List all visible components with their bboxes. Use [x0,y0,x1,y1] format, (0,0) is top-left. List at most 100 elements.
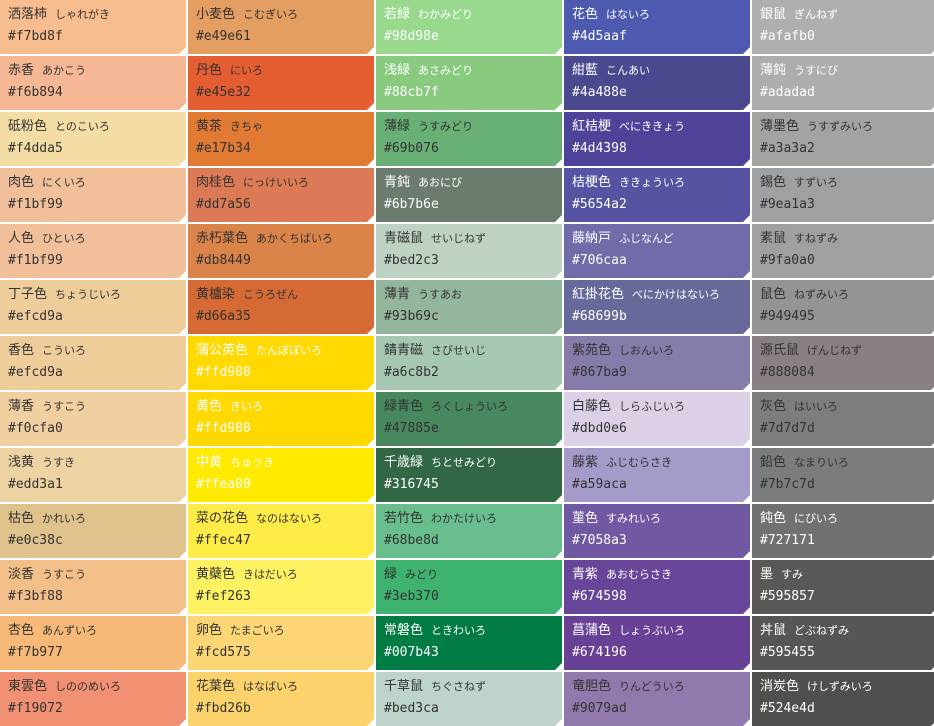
color-reading: ときわいろ [431,624,487,637]
color-swatch[interactable]: 緑みどり #3eb370 [376,560,562,614]
color-swatch[interactable]: 人色 ひといろ #f1bf99 [0,224,186,278]
color-swatch[interactable]: 緑青色 ろくしょういろ #47885e [376,392,562,446]
color-swatch[interactable]: 卵色 たまごいろ #fcd575 [188,616,374,670]
color-name: 薄鈍 [760,63,787,78]
color-swatch[interactable]: 紫苑色 しおんいろ #867ba9 [564,336,750,390]
color-hex-code: #f19072 [8,701,63,716]
swatch-name-line: 紅桔梗 べにききょう [572,116,750,136]
color-swatch[interactable]: 鉛色 なまりいろ #7b7c7d [752,448,934,502]
color-swatch[interactable]: 洒落柿 しゃれがき #f7bd8f [0,0,186,54]
color-swatch[interactable]: 青磁鼠 せいじねず #bed2c3 [376,224,562,278]
color-swatch[interactable]: 砥粉色 とのこいろ #f4dda5 [0,112,186,166]
color-swatch[interactable]: 桔梗色 ききょういろ #5654a2 [564,168,750,222]
color-swatch[interactable]: 薄墨色 うすずみいろ #a3a3a2 [752,112,934,166]
color-swatch[interactable]: 若緑 わかみどり #98d98e [376,0,562,54]
color-swatch[interactable]: 黄色 きいろ #ffd900 [188,392,374,446]
color-hex-code: #f3bf88 [8,589,63,604]
color-hex-code: #e17b34 [196,141,251,156]
color-swatch[interactable]: 丹色 にいろ #e45e32 [188,56,374,110]
color-swatch[interactable]: 花色 はないろ #4d5aaf [564,0,750,54]
color-reading: ねずみいろ [794,288,850,301]
color-swatch[interactable]: 中黄 ちゅうき #ffea00 [188,448,374,502]
color-swatch[interactable]: 紅掛花色 べにかけはないろ #68699b [564,280,750,334]
color-swatch[interactable]: 藤紫 ふじむらさき #a59aca [564,448,750,502]
color-swatch[interactable]: 黄茶 きちゃ #e17b34 [188,112,374,166]
color-swatch[interactable]: 千歳緑 ちとせみどり #316745 [376,448,562,502]
color-hex-code: #e45e32 [196,85,251,100]
color-hex-code: #fef263 [196,589,251,604]
color-name: 洒落柿 [8,7,48,22]
color-swatch[interactable]: 青鈍 あおにび #6b7b6e [376,168,562,222]
color-swatch[interactable]: 菖蒲色 しょうぶいろ #674196 [564,616,750,670]
color-swatch[interactable]: 丁子色 ちょうじいろ #efcd9a [0,280,186,334]
color-reading: げんじねず [807,344,863,357]
color-swatch[interactable]: 小麦色 こむぎいろ #e49e61 [188,0,374,54]
color-name: 青紫 [572,567,599,582]
color-swatch[interactable]: 墨すみ #595857 [752,560,934,614]
color-swatch[interactable]: 薄緑 うすみどり #69b076 [376,112,562,166]
color-swatch[interactable]: 源氏鼠 げんじねず #888084 [752,336,934,390]
color-swatch[interactable]: 花葉色 はなばいろ #fbd26b [188,672,374,726]
color-swatch[interactable]: 香色 こういろ #efcd9a [0,336,186,390]
color-swatch[interactable]: 蒲公英色 たんぽぽいろ #ffd900 [188,336,374,390]
color-swatch[interactable]: 錫色 すずいろ #9ea1a3 [752,168,934,222]
swatch-name-line: 枯色 かれいろ [8,508,186,528]
color-swatch[interactable]: 菫色 すみれいろ #7058a3 [564,504,750,558]
swatch-name-line: 若緑 わかみどり [384,4,562,24]
color-swatch[interactable]: 竜胆色 りんどういろ #9079ad [564,672,750,726]
color-swatch[interactable]: 浅緑 あさみどり #88cb7f [376,56,562,110]
color-swatch[interactable]: 若竹色 わかたけいろ #68be8d [376,504,562,558]
color-swatch[interactable]: 灰色 はいいろ #7d7d7d [752,392,934,446]
color-hex-code: #f0cfa0 [8,421,63,436]
color-swatch[interactable]: 鈍色 にびいろ #727171 [752,504,934,558]
color-swatch[interactable]: 錆青磁 さびせいじ #a6c8b2 [376,336,562,390]
color-swatch[interactable]: 紺藍 こんあい #4a488e [564,56,750,110]
color-swatch[interactable]: 黄櫨染 こうろぜん #d66a35 [188,280,374,334]
color-swatch[interactable]: 赤香 あかこう #f6b894 [0,56,186,110]
swatch-name-line: 常磐色 ときわいろ [384,620,562,640]
color-swatch[interactable]: 消炭色 けしずみいろ #524e4d [752,672,934,726]
color-name: 中黄 [196,455,223,470]
color-swatch[interactable]: 紅桔梗 べにききょう #4d4398 [564,112,750,166]
color-name: 紫苑色 [572,343,612,358]
color-swatch[interactable]: 黄蘗色 きはだいろ #fef263 [188,560,374,614]
color-swatch[interactable]: 銀鼠 ぎんねず #afafb0 [752,0,934,54]
swatch-name-line: 源氏鼠 げんじねず [760,340,934,360]
swatch-name-line: 藤紫 ふじむらさき [572,452,750,472]
color-swatch[interactable]: 浅黄 うすき #edd3a1 [0,448,186,502]
color-swatch[interactable]: 東雲色 しののめいろ #f19072 [0,672,186,726]
color-hex-code: #9ea1a3 [760,197,815,212]
color-swatch[interactable]: 赤朽葉色 あかくちばいろ #db8449 [188,224,374,278]
color-swatch[interactable]: 素鼠 すねずみ #9fa0a0 [752,224,934,278]
color-swatch[interactable]: 薄鈍 うすにび #adadad [752,56,934,110]
color-swatch[interactable]: 千草鼠 ちぐさねず #bed3ca [376,672,562,726]
color-swatch[interactable]: 肉桂色 にっけいいろ #dd7a56 [188,168,374,222]
color-hex-code: #f1bf99 [8,197,63,212]
color-swatch[interactable]: 菜の花色 なのはないろ #ffec47 [188,504,374,558]
color-hex-code: #f6b894 [8,85,63,100]
color-swatch[interactable]: 青紫 あおむらさき #674598 [564,560,750,614]
color-swatch[interactable]: 藤納戸 ふじなんど #706caa [564,224,750,278]
color-reading: うすみどり [418,120,474,133]
color-swatch[interactable]: 薄青 うすあお #93b69c [376,280,562,334]
color-swatch[interactable]: 杏色 あんずいろ #f7b977 [0,616,186,670]
color-swatch[interactable]: 常磐色 ときわいろ #007b43 [376,616,562,670]
color-reading: ふじなんど [619,232,674,245]
color-reading: どぶねずみ [794,624,850,637]
color-swatch[interactable]: 淡香 うすこう #f3bf88 [0,560,186,614]
color-swatch[interactable]: 肉色 にくいろ #f1bf99 [0,168,186,222]
color-reading: すねずみ [794,232,839,245]
swatch-name-line: 浅緑 あさみどり [384,60,562,80]
color-swatch[interactable]: 白藤色 しらふじいろ #dbd0e6 [564,392,750,446]
color-name: 東雲色 [8,679,48,694]
swatch-name-line: 千草鼠 ちぐさねず [384,676,562,696]
color-reading: しらふじいろ [619,400,686,413]
color-swatch[interactable]: 薄香 うすこう #f0cfa0 [0,392,186,446]
color-name: 紺藍 [572,63,599,78]
color-name: 薄墨色 [760,119,800,134]
swatch-name-line: 香色 こういろ [8,340,186,360]
color-swatch[interactable]: 枯色 かれいろ #e0c38c [0,504,186,558]
color-swatch[interactable]: 丼鼠 どぶねずみ #595455 [752,616,934,670]
color-name: 錫色 [760,175,787,190]
color-swatch[interactable]: 鼠色 ねずみいろ #949495 [752,280,934,334]
